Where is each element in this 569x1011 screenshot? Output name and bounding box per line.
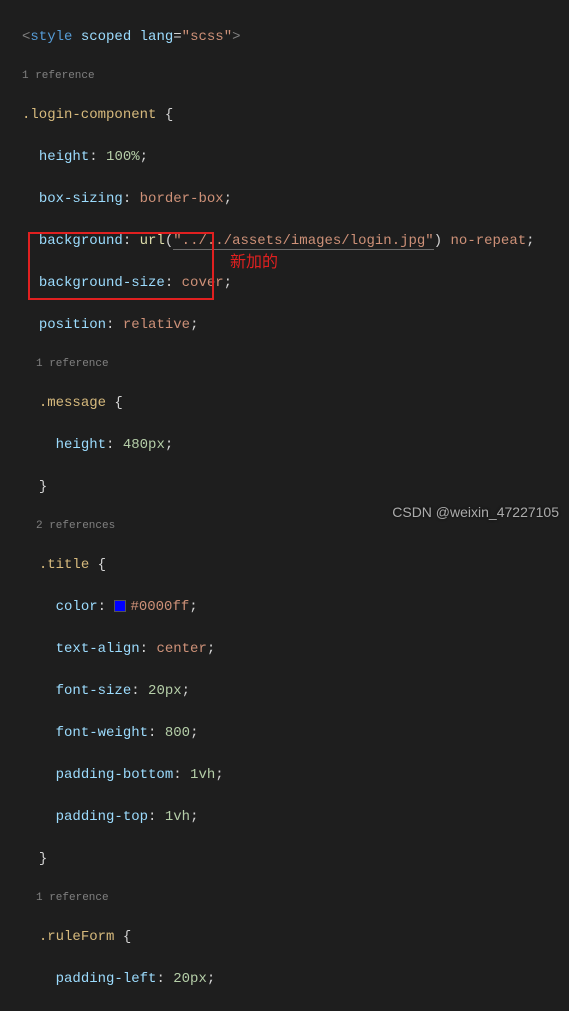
- codelens-ref[interactable]: 1 reference: [22, 357, 569, 372]
- code-line: .message {: [22, 393, 569, 414]
- code-line: padding-top: 1vh;: [22, 807, 569, 828]
- code-line: font-size: 20px;: [22, 681, 569, 702]
- selector-ruleform: .ruleForm: [39, 929, 115, 945]
- tag-name: style: [30, 29, 72, 45]
- codelens-ref[interactable]: 1 reference: [22, 69, 569, 84]
- code-line: text-align: center;: [22, 639, 569, 660]
- annotation-label: 新加的: [230, 252, 278, 273]
- code-line: box-sizing: border-box;: [22, 189, 569, 210]
- watermark: CSDN @weixin_47227105: [392, 502, 559, 523]
- color-swatch-icon[interactable]: [114, 600, 126, 612]
- code-line: height: 100%;: [22, 147, 569, 168]
- code-line: padding-left: 20px;: [22, 969, 569, 990]
- codelens-ref[interactable]: 1 reference: [22, 891, 569, 906]
- selector-message: .message: [39, 395, 106, 411]
- code-line: position: relative;: [22, 315, 569, 336]
- url-string: "../../assets/images/login.jpg": [173, 233, 433, 250]
- code-line: background: url("../../assets/images/log…: [22, 231, 569, 252]
- code-line: }: [22, 849, 569, 870]
- code-line: font-weight: 800;: [22, 723, 569, 744]
- selector-login: .login-component: [22, 107, 156, 123]
- code-line: background-size: cover;: [22, 273, 569, 294]
- angle-close: >: [232, 29, 240, 45]
- lang-quote1: ": [182, 29, 190, 45]
- code-line: color: #0000ff;: [22, 597, 569, 618]
- lang-quote2: ": [224, 29, 232, 45]
- attr-lang: lang: [140, 29, 174, 45]
- code-line: height: 480px;: [22, 435, 569, 456]
- code-line: }: [22, 477, 569, 498]
- code-line: .title {: [22, 555, 569, 576]
- code-line: <style scoped lang="scss">: [22, 27, 569, 48]
- attr-scoped: scoped: [81, 29, 131, 45]
- selector-title: .title: [39, 557, 89, 573]
- code-line: .ruleForm {: [22, 927, 569, 948]
- code-line: .login-component {: [22, 105, 569, 126]
- code-line: padding-bottom: 1vh;: [22, 765, 569, 786]
- lang-val: scss: [190, 29, 224, 45]
